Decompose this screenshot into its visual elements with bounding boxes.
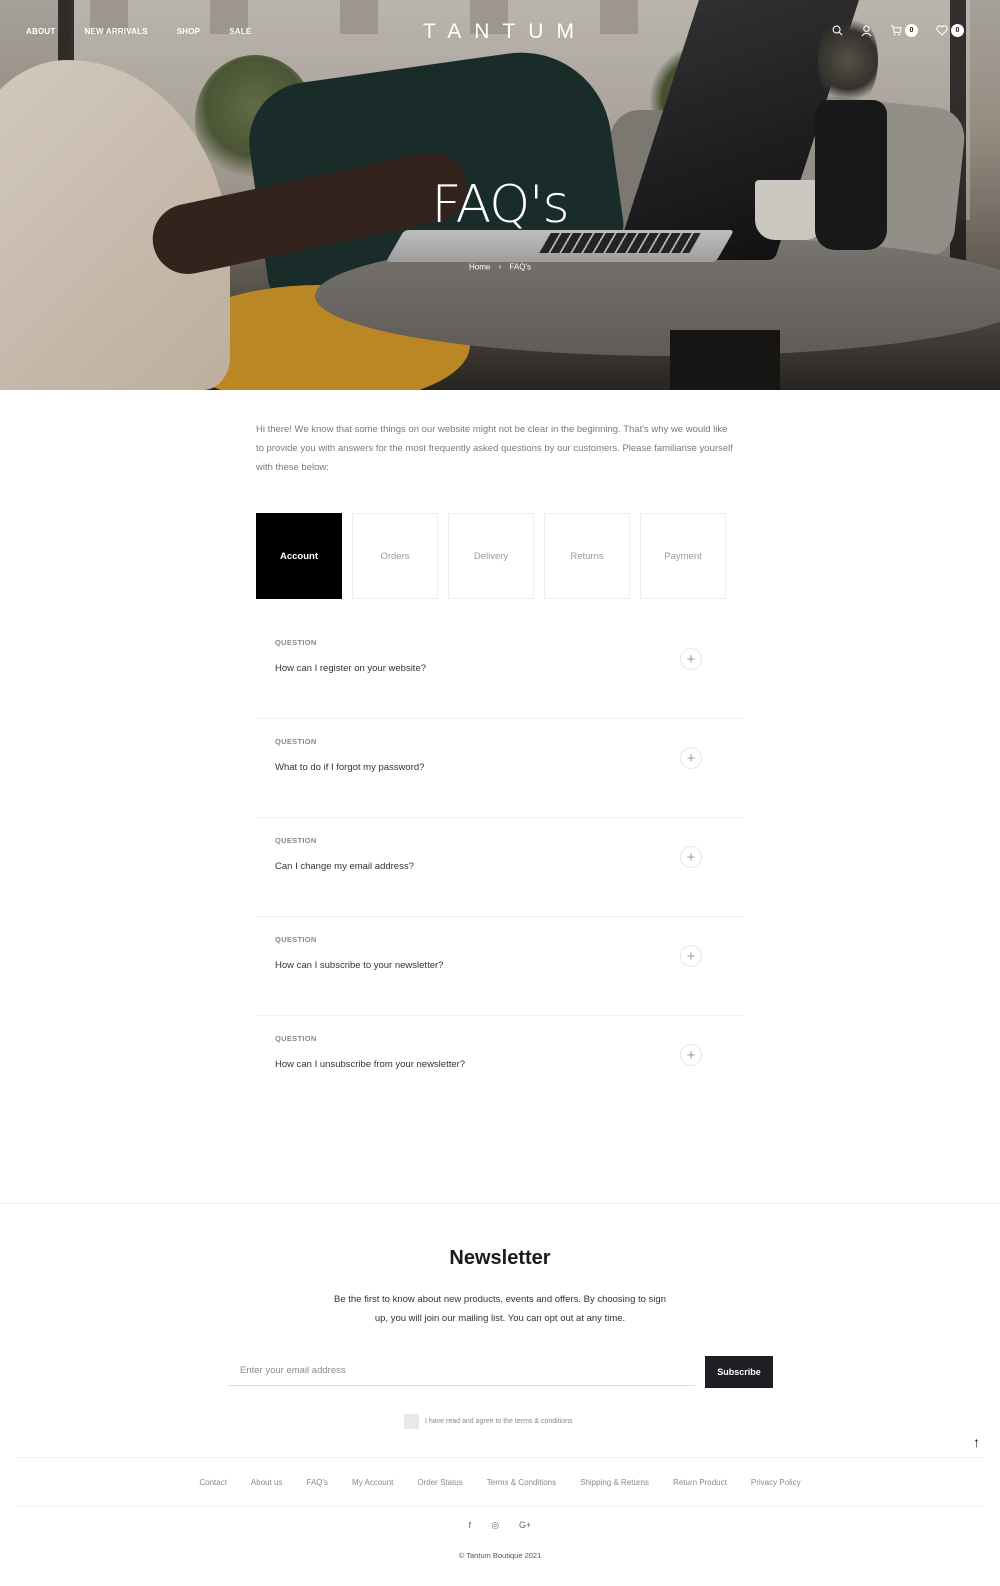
faq-item[interactable]: QUESTION Can I change my email address? …	[256, 818, 744, 917]
tab-payment[interactable]: Payment	[640, 513, 726, 599]
faq-item[interactable]: QUESTION What to do if I forgot my passw…	[256, 719, 744, 818]
plus-icon[interactable]: +	[680, 846, 702, 868]
faq-question-label: QUESTION	[275, 638, 317, 647]
cart-count-badge: 0	[905, 24, 918, 37]
faq-list: QUESTION How can I register on your webs…	[256, 620, 744, 1115]
wishlist-count-badge: 0	[951, 24, 964, 37]
tab-orders[interactable]: Orders	[352, 513, 438, 599]
breadcrumb: Home › FAQ's	[0, 262, 1000, 271]
instagram-icon[interactable]: ◎	[491, 1520, 499, 1531]
wishlist-button[interactable]: 0	[936, 24, 964, 37]
cart-button[interactable]: 0	[890, 24, 918, 37]
plus-icon[interactable]: +	[680, 1044, 702, 1066]
intro-text: Hi there! We know that some things on ou…	[256, 424, 733, 473]
faq-item[interactable]: QUESTION How can I subscribe to your new…	[256, 917, 744, 1016]
chevron-right-icon: ›	[498, 262, 502, 272]
faq-question-text: Can I change my email address?	[275, 861, 414, 872]
faq-item[interactable]: QUESTION How can I register on your webs…	[256, 620, 744, 719]
faq-question-text: How can I unsubscribe from your newslett…	[275, 1059, 466, 1070]
faq-question-text: How can I register on your website?	[275, 663, 427, 674]
email-field[interactable]	[228, 1356, 695, 1386]
cart-icon	[890, 25, 902, 36]
footer-link-shipping[interactable]: Shipping & Returns	[580, 1478, 649, 1487]
header-icons: 0 0	[832, 24, 982, 37]
footer-link-faqs[interactable]: FAQ's	[307, 1478, 329, 1487]
footer-link-terms[interactable]: Terms & Conditions	[487, 1478, 556, 1487]
section-divider	[0, 1203, 1000, 1204]
footer-links: Contact About us FAQ's My Account Order …	[0, 1478, 1000, 1487]
google-plus-icon[interactable]: G+	[519, 1520, 531, 1531]
faq-question-text: How can I subscribe to your newsletter?	[275, 960, 444, 971]
footer-divider	[16, 1506, 984, 1507]
tab-delivery[interactable]: Delivery	[448, 513, 534, 599]
faq-question-label: QUESTION	[275, 1034, 317, 1043]
facebook-icon[interactable]: f	[469, 1520, 472, 1531]
faq-question-label: QUESTION	[275, 935, 317, 944]
breadcrumb-current: FAQ's	[509, 262, 531, 272]
subscribe-button[interactable]: Subscribe	[705, 1356, 773, 1388]
copyright: © Tantum Boutique 2021	[458, 1551, 542, 1560]
faq-question-text: What to do if I forgot my password?	[275, 762, 425, 773]
plus-icon[interactable]: +	[680, 945, 702, 967]
newsletter-description: Be the first to know about new products,…	[334, 1294, 666, 1324]
terms-label: I have read and agree to the terms & con…	[425, 1418, 573, 1425]
footer-link-my-account[interactable]: My Account	[352, 1478, 393, 1487]
search-icon[interactable]	[832, 25, 843, 36]
footer-link-about[interactable]: About us	[251, 1478, 283, 1487]
footer-link-return-product[interactable]: Return Product	[673, 1478, 727, 1487]
terms-checkbox[interactable]	[404, 1414, 419, 1429]
footer-link-order-status[interactable]: Order Status	[417, 1478, 462, 1487]
social-links: f ◎ G+	[0, 1520, 1000, 1531]
tab-returns[interactable]: Returns	[544, 513, 630, 599]
hero-banner: ABOUT NEW ARRIVALS SHOP SALE TANTUM 0 0 …	[0, 0, 1000, 390]
faq-question-label: QUESTION	[275, 737, 317, 746]
faq-item[interactable]: QUESTION How can I unsubscribe from your…	[256, 1016, 744, 1115]
faq-tabs: Account Orders Delivery Returns Payment	[256, 513, 736, 599]
terms-agreement: I have read and agree to the terms & con…	[404, 1414, 572, 1429]
plus-icon[interactable]: +	[680, 747, 702, 769]
faq-question-label: QUESTION	[275, 836, 317, 845]
breadcrumb-home[interactable]: Home	[469, 262, 490, 271]
tab-account[interactable]: Account	[256, 513, 342, 599]
plus-icon[interactable]: +	[680, 648, 702, 670]
footer-link-privacy[interactable]: Privacy Policy	[751, 1478, 801, 1487]
footer-divider	[16, 1457, 984, 1458]
user-icon[interactable]	[861, 24, 872, 37]
page-title: FAQ's	[431, 175, 569, 235]
newsletter-title: Newsletter	[449, 1247, 551, 1269]
footer-link-contact[interactable]: Contact	[199, 1478, 227, 1487]
heart-icon	[936, 25, 948, 36]
arrow-up-icon[interactable]: ↑	[973, 1434, 980, 1450]
